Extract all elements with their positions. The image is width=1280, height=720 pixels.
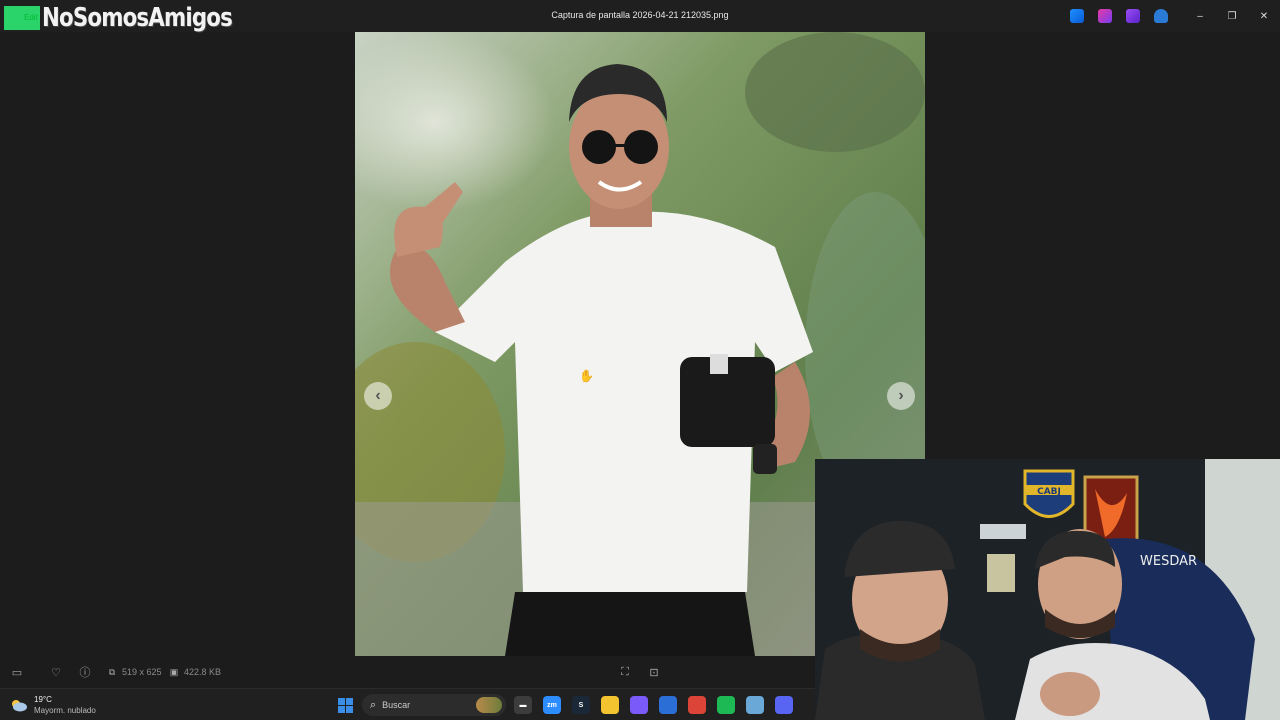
image-dimensions: ⧉ 519 x 625: [106, 666, 162, 678]
actual-size-button[interactable]: ⊡: [648, 666, 660, 679]
zoom-icon[interactable]: zm: [543, 696, 561, 714]
file-info-button[interactable]: ⓘ: [79, 666, 91, 679]
fit-icon: ⛶: [621, 665, 629, 678]
dimensions-text: 519 x 625: [122, 667, 162, 677]
start-button[interactable]: [338, 698, 353, 713]
weather-temperature: 19°C: [34, 695, 52, 704]
copilot-icon[interactable]: [630, 696, 648, 714]
search-highlight-image: [476, 697, 502, 713]
dimensions-icon: ⧉: [108, 666, 116, 677]
windows-logo-tile: [338, 698, 345, 705]
toolbar-icons: [1070, 9, 1168, 23]
webcam-overlay: CABJ WESDAR CABJ: [815, 459, 1280, 720]
filmstrip-icon: ▭: [11, 666, 23, 679]
steam-icon[interactable]: S: [572, 696, 590, 714]
close-button[interactable]: ✕: [1248, 0, 1280, 32]
file-size: ▣ 422.8 KB: [168, 666, 221, 678]
file-explorer-icon[interactable]: ▬: [514, 696, 532, 714]
search-icon: ⌕: [370, 698, 377, 711]
previous-image-button[interactable]: ‹: [364, 382, 392, 410]
actual-size-icon: ⊡: [649, 666, 659, 679]
windows-logo-tile: [346, 706, 353, 713]
heart-icon: ♡: [51, 666, 61, 679]
info-icon: ⓘ: [79, 667, 91, 679]
clipchamp-icon[interactable]: [1126, 9, 1140, 23]
file-size-text: 422.8 KB: [184, 667, 222, 677]
windows-logo-tile: [346, 698, 353, 705]
remote-icon[interactable]: [746, 696, 764, 714]
edit-icon[interactable]: [1070, 9, 1084, 23]
copilot-icon[interactable]: [1098, 9, 1112, 23]
minimize-button[interactable]: –: [1184, 0, 1216, 32]
webcam-scene: CABJ WESDAR: [815, 459, 1280, 720]
windows-logo-tile: [338, 706, 345, 713]
shield-label: CABJ: [1037, 487, 1061, 497]
favorite-button[interactable]: ♡: [50, 666, 62, 679]
hand-cursor-icon: ✋: [579, 369, 594, 383]
fit-to-window-button[interactable]: ⛶: [619, 666, 631, 678]
pinned-apps: ▬ zm S: [514, 696, 793, 714]
next-image-button[interactable]: ›: [887, 382, 915, 410]
search-placeholder: Buscar: [382, 700, 411, 710]
onedrive-offline-icon[interactable]: [1154, 9, 1168, 23]
store-icon[interactable]: [659, 696, 677, 714]
title-bar: Edit NoSomosAmigos Captura de pantalla 2…: [0, 0, 1280, 33]
chrome-icon[interactable]: [688, 696, 706, 714]
save-icon: ▣: [169, 666, 179, 677]
chair-brand-label: WESDAR: [1140, 554, 1197, 569]
spotify-icon[interactable]: [717, 696, 735, 714]
maximize-button[interactable]: ❐: [1216, 0, 1248, 32]
discord-icon[interactable]: [775, 696, 793, 714]
folder-icon[interactable]: [601, 696, 619, 714]
filmstrip-toggle[interactable]: ▭: [11, 666, 23, 679]
screen: Edit NoSomosAmigos Captura de pantalla 2…: [0, 0, 1280, 720]
cloud-icon: [10, 698, 28, 712]
weather-widget[interactable]: 19°C Mayorm. nublado: [10, 694, 96, 716]
taskbar-search[interactable]: ⌕ Buscar: [362, 694, 506, 716]
weather-description: Mayorm. nublado: [34, 706, 96, 715]
window-controls: – ❐ ✕: [1184, 0, 1280, 32]
